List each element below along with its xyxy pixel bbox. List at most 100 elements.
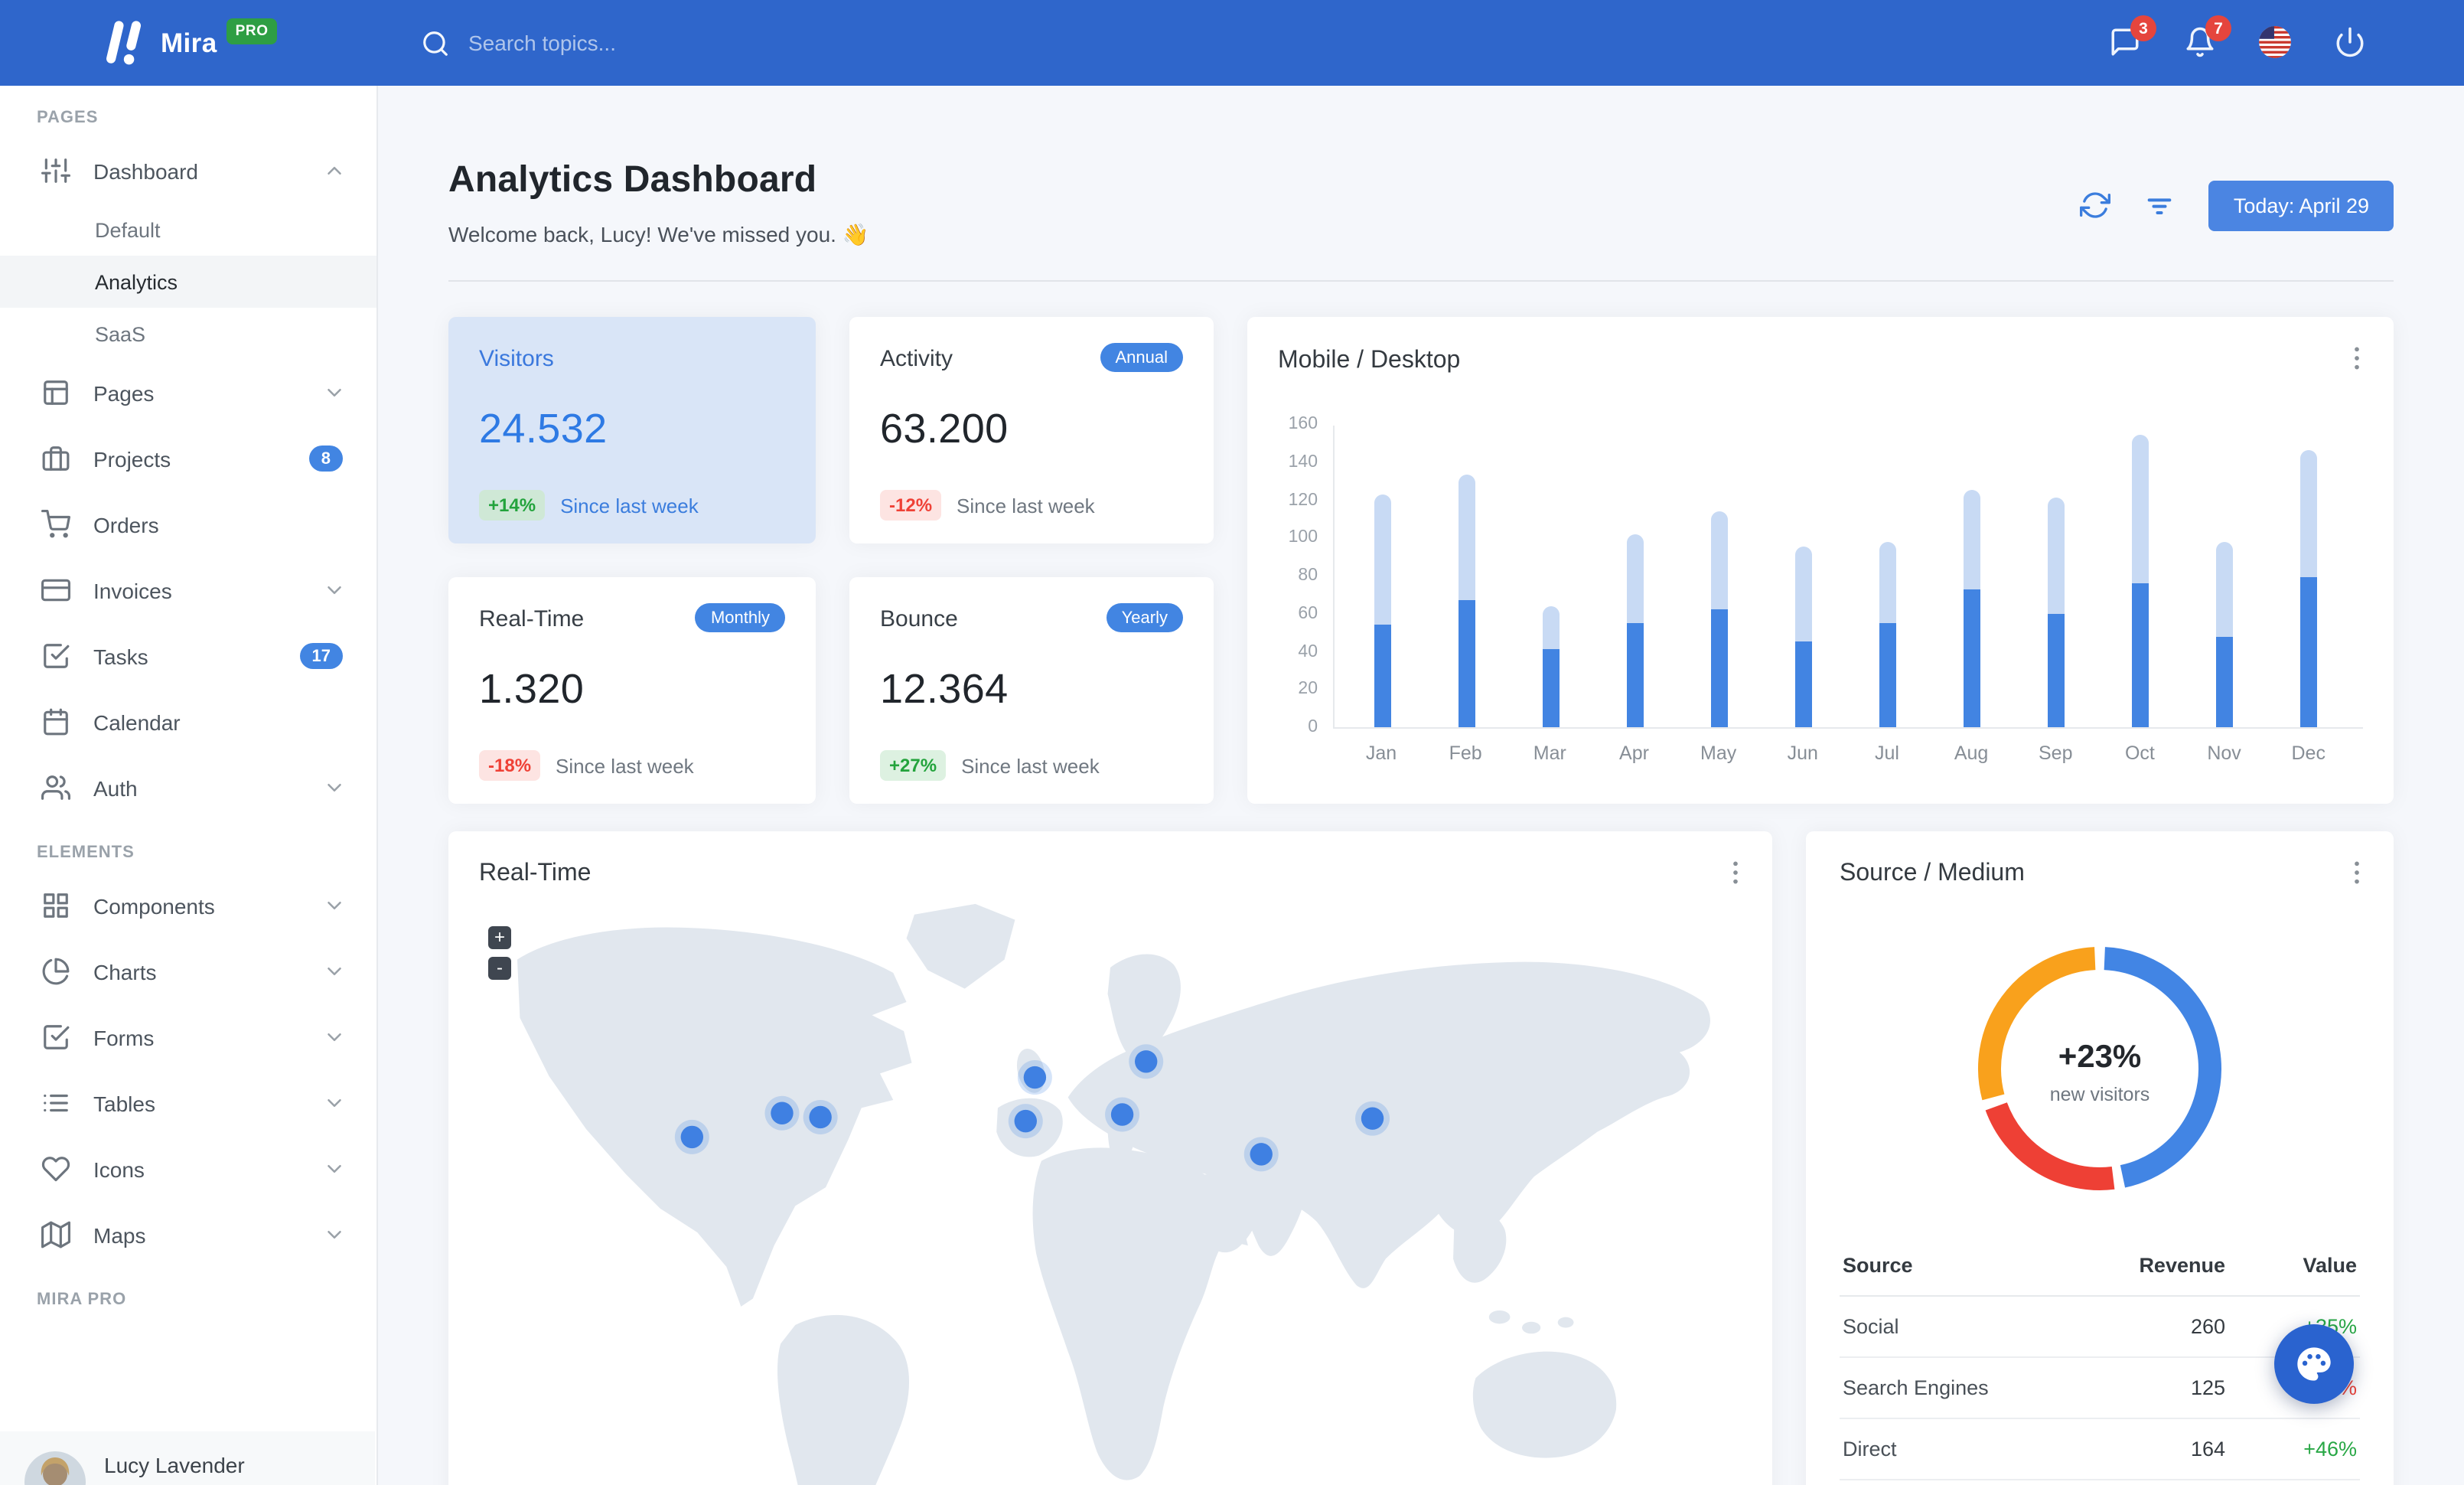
bar-segment-mobile [2132, 583, 2149, 727]
bar-jun[interactable] [1795, 426, 1812, 727]
sidebar-item-charts[interactable]: Charts [0, 938, 376, 1004]
map-marker[interactable] [1110, 1103, 1134, 1126]
x-tick-label: Dec [2291, 742, 2325, 767]
logout-button[interactable] [2334, 26, 2368, 60]
search-icon [423, 31, 448, 55]
bar-segment-desktop [1711, 511, 1728, 610]
bar-sep[interactable] [2048, 426, 2065, 727]
sidebar-item-badge: 8 [308, 445, 343, 472]
stat-footer: -12% Since last week [880, 490, 1183, 521]
bar-jan[interactable] [1374, 426, 1391, 727]
sidebar-item-tasks[interactable]: Tasks 17 [0, 623, 376, 689]
filter-icon[interactable] [2145, 190, 2176, 220]
us-flag-icon [2259, 26, 2291, 58]
sidebar-item-tables[interactable]: Tables [0, 1070, 376, 1136]
sidebar-item-dashboard[interactable]: Dashboard [0, 138, 376, 204]
stat-period-badge[interactable]: Annual [1100, 343, 1183, 372]
sidebar-subitem-saas[interactable]: SaaS [0, 308, 376, 360]
chevron-down-icon [328, 1231, 341, 1239]
notifications-button[interactable]: 7 [2184, 15, 2231, 60]
more-vertical-icon[interactable] [1720, 857, 1751, 888]
sidebar-item-components[interactable]: Components [0, 873, 376, 938]
x-tick-label: Mar [1533, 742, 1566, 767]
map-marker[interactable] [1250, 1143, 1273, 1166]
bar-aug[interactable] [1964, 426, 1980, 727]
bar-dec[interactable] [2300, 426, 2317, 727]
stat-card-header: Visitors [479, 346, 785, 372]
bar-segment-mobile [1459, 600, 1475, 727]
y-tick-label: 100 [1288, 528, 1318, 547]
stat-card-header: Real-Time Monthly [479, 603, 785, 632]
main-content: Analytics Dashboard Welcome back, Lucy! … [378, 86, 2464, 1485]
list-icon [44, 1094, 68, 1112]
x-tick-text: Dec [2291, 742, 2325, 764]
brand-name: Mira [161, 27, 217, 57]
map-marker[interactable] [771, 1102, 794, 1124]
bar-jul[interactable] [1879, 426, 1896, 727]
chevron-down-icon [328, 1033, 341, 1041]
more-vertical-icon[interactable] [2342, 343, 2372, 374]
briefcase-icon [42, 446, 70, 471]
sidebar-section-title: MIRA PRO [37, 1291, 127, 1309]
map-marker[interactable] [1361, 1107, 1384, 1130]
sidebar-user[interactable]: Lucy Lavender UX Designer [0, 1431, 375, 1485]
bar-oct[interactable] [2132, 426, 2149, 727]
sidebar-item-label: Invoices [93, 578, 172, 602]
map-marker[interactable] [809, 1105, 832, 1129]
col-value: Value [2303, 1254, 2357, 1277]
bar-may[interactable] [1711, 426, 1728, 727]
table-row-direct[interactable]: Direct 164 +46% [1840, 1419, 2360, 1480]
users-icon [41, 775, 70, 800]
date-button[interactable]: Today: April 29 [2208, 180, 2394, 230]
chevron-down-icon [328, 586, 341, 594]
sidebar-item-label: Calendar [93, 710, 181, 734]
sidebar-item-projects[interactable]: Projects 8 [0, 426, 376, 491]
bar-segment-mobile [1627, 622, 1644, 727]
refresh-icon[interactable] [2080, 190, 2111, 220]
sidebar-item-orders[interactable]: Orders [0, 491, 376, 557]
map-zoom-in-button[interactable]: + [488, 926, 511, 949]
donut-chart[interactable]: +23% new visitors [1965, 934, 2234, 1211]
map-marker[interactable] [680, 1125, 704, 1149]
brand[interactable]: Mira PRO [0, 18, 378, 65]
stat-note: Since last week [556, 754, 694, 777]
row-value: +46% [2303, 1438, 2357, 1461]
sidebar-item-icons[interactable]: Icons [0, 1136, 376, 1202]
bar-chart-y-axis: 0 20 40 60 80 100 120 140 160 [1278, 415, 1333, 736]
stat-period-badge[interactable]: Yearly [1106, 603, 1183, 632]
sidebar-item-auth[interactable]: Auth [0, 755, 376, 821]
x-tick-text: Apr [1619, 742, 1649, 764]
more-vertical-icon[interactable] [2342, 857, 2372, 888]
sidebar-item-label: Projects [93, 446, 171, 471]
row-revenue: 260 [2190, 1315, 2225, 1338]
map-marker[interactable] [1023, 1066, 1047, 1089]
sidebar-subitem-analytics[interactable]: Analytics [0, 256, 376, 308]
sidebar-section-title: ELEMENTS [37, 844, 135, 862]
bar-feb[interactable] [1459, 426, 1475, 727]
world-map[interactable] [448, 899, 1772, 1485]
messages-button[interactable]: 3 [2109, 15, 2156, 60]
theme-settings-button[interactable] [2274, 1324, 2354, 1404]
sidebar-subitem-default[interactable]: Default [0, 204, 376, 256]
sidebar-item-maps[interactable]: Maps [0, 1202, 376, 1268]
stat-footer: -18% Since last week [479, 750, 785, 781]
x-tick-label: Jul [1875, 742, 1899, 767]
map-marker[interactable] [1014, 1109, 1037, 1133]
bar-apr[interactable] [1627, 426, 1644, 727]
bar-nov[interactable] [2216, 426, 2233, 727]
sidebar-section-title: PAGES [37, 109, 99, 127]
calendar-icon [44, 708, 68, 736]
sidebar-item-invoices[interactable]: Invoices [0, 557, 376, 623]
stat-period-badge[interactable]: Monthly [695, 603, 785, 632]
sidebar-item-forms[interactable]: Forms [0, 1004, 376, 1070]
row-source: Search Engines [1843, 1376, 1989, 1399]
bar-mar[interactable] [1543, 426, 1560, 727]
language-button[interactable] [2259, 26, 2293, 60]
app: Mira PRO 3 7 [0, 0, 2464, 1485]
map-zoom-out-button[interactable]: - [488, 957, 511, 980]
search-input[interactable] [468, 31, 836, 55]
sidebar-item-pages[interactable]: Pages [0, 360, 376, 426]
credit-card-icon [41, 579, 70, 602]
sidebar-item-calendar[interactable]: Calendar [0, 689, 376, 755]
map-marker[interactable] [1135, 1050, 1158, 1073]
